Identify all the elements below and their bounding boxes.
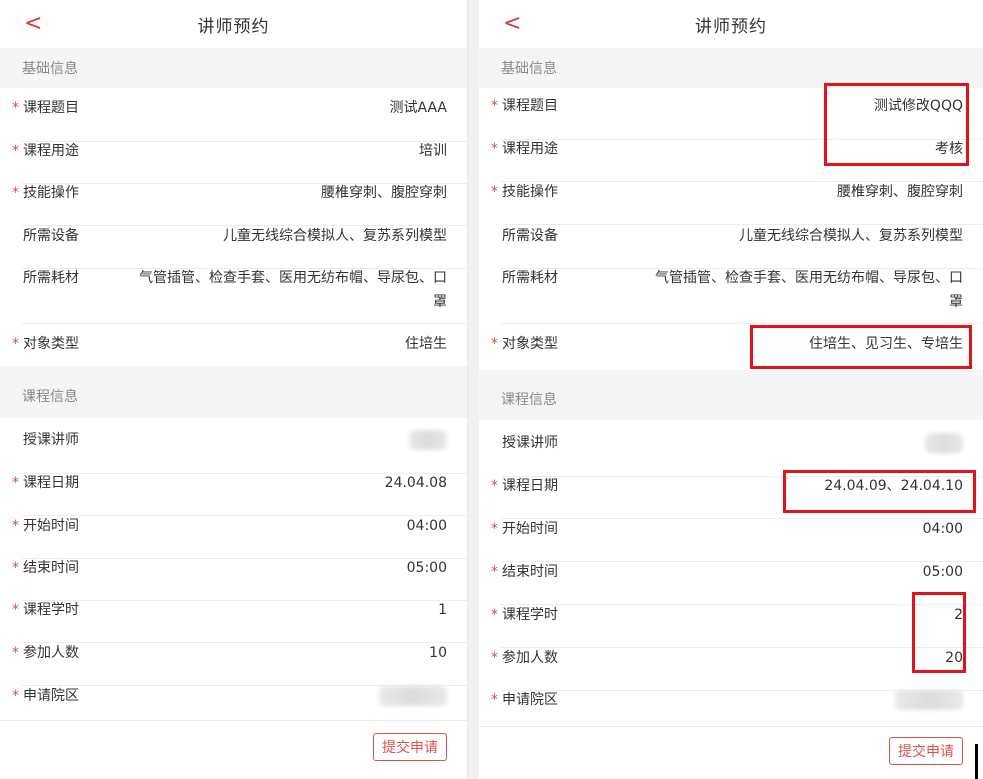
highlight-box-hours-participants — [912, 592, 966, 673]
divider — [22, 323, 467, 324]
required-star-icon: * — [491, 98, 498, 114]
field-skill-operation[interactable]: * 技能操作 腰椎穿刺、腹腔穿刺 — [479, 182, 983, 225]
field-course-use[interactable]: * 课程用途 培训 — [0, 141, 467, 184]
left-header: < 讲师预约 — [0, 0, 467, 48]
start-time-value: 04:00 — [406, 518, 447, 534]
required-star-icon: * — [12, 645, 19, 661]
right-footer: 提交申请 — [479, 726, 983, 779]
course-hours-value: 1 — [438, 602, 447, 618]
course-use-value: 培训 — [419, 143, 447, 159]
submit-application-button[interactable]: 提交申请 — [889, 737, 963, 765]
required-star-icon: * — [491, 521, 498, 537]
panel-gap — [468, 0, 479, 779]
field-equipment[interactable]: 所需设备 儿童无线综合模拟人、复苏系列模型 — [0, 226, 467, 269]
field-start-time[interactable]: * 开始时间 04:00 — [0, 516, 467, 559]
section-basic-info: 基础信息 — [0, 48, 467, 88]
participants-value: 10 — [429, 645, 447, 661]
highlight-box-title-use — [824, 83, 969, 166]
field-campus[interactable]: * 申请院区 — [479, 690, 983, 724]
required-star-icon: * — [12, 185, 19, 201]
field-consumables[interactable]: 所需耗材 气管插管、检查手套、医用无纺布帽、导尿包、口罩 — [479, 266, 983, 324]
end-time-value: 05:00 — [406, 560, 447, 576]
page-title: 讲师预约 — [695, 16, 767, 37]
field-skill-operation[interactable]: * 技能操作 腰椎穿刺、腹腔穿刺 — [0, 183, 467, 226]
right-header: < 讲师预约 — [479, 0, 983, 48]
field-campus[interactable]: * 申请院区 — [0, 686, 467, 720]
required-star-icon: * — [491, 692, 498, 708]
required-star-icon: * — [491, 141, 498, 157]
back-chevron-icon[interactable]: < — [503, 10, 521, 38]
field-target-type[interactable]: * 对象类型 住培生 — [0, 334, 467, 366]
consumables-value: 气管插管、检查手套、医用无纺布帽、导尿包、口罩 — [655, 270, 963, 310]
required-star-icon: * — [12, 475, 19, 491]
text-cursor-icon — [975, 744, 978, 779]
end-time-value: 05:00 — [922, 564, 963, 580]
field-lecturer[interactable]: 授课讲师 — [0, 430, 467, 474]
field-end-time[interactable]: * 结束时间 05:00 — [479, 562, 983, 605]
field-end-time[interactable]: * 结束时间 05:00 — [0, 558, 467, 601]
field-course-hours[interactable]: * 课程学时 2 — [479, 605, 983, 648]
required-star-icon: * — [491, 650, 498, 666]
target-type-value: 住培生 — [405, 336, 447, 352]
required-star-icon: * — [491, 184, 498, 200]
field-participants[interactable]: * 参加人数 10 — [0, 643, 467, 686]
required-star-icon: * — [12, 518, 19, 534]
back-chevron-icon[interactable]: < — [24, 10, 42, 38]
field-equipment[interactable]: 所需设备 儿童无线综合模拟人、复苏系列模型 — [479, 226, 983, 269]
field-start-time[interactable]: * 开始时间 04:00 — [479, 519, 983, 562]
required-star-icon: * — [12, 336, 19, 352]
right-panel: < 讲师预约 基础信息 * 课程题目 测试修改QQQ * 课程用途 考核 * 技能操作… — [479, 0, 983, 779]
field-course-date[interactable]: * 课程日期 24.04.08 — [0, 473, 467, 516]
course-date-value: 24.04.08 — [384, 475, 447, 491]
divider — [501, 323, 983, 324]
section-basic-info: 基础信息 — [479, 48, 983, 88]
required-star-icon: * — [491, 336, 498, 352]
left-footer: 提交申请 — [0, 720, 467, 779]
lecturer-value-blurred — [925, 433, 963, 459]
equipment-value: 儿童无线综合模拟人、复苏系列模型 — [739, 228, 963, 244]
course-title-value: 测试AAA — [389, 100, 447, 116]
consumables-value: 气管插管、检查手套、医用无纺布帽、导尿包、口罩 — [139, 270, 447, 310]
submit-application-button[interactable]: 提交申请 — [373, 733, 447, 761]
field-consumables[interactable]: 所需耗材 气管插管、检查手套、医用无纺布帽、导尿包、口罩 — [0, 266, 467, 324]
screenshot-canvas: < 讲师预约 基础信息 * 课程题目 测试AAA * 课程用途 培训 * 技能操作 腰… — [0, 0, 983, 779]
required-star-icon: * — [12, 688, 19, 704]
lecturer-value-blurred — [409, 430, 447, 456]
required-star-icon: * — [491, 478, 498, 494]
campus-value-blurred — [895, 690, 963, 716]
skill-operation-value: 腰椎穿刺、腹腔穿刺 — [837, 184, 963, 200]
required-star-icon: * — [12, 143, 19, 159]
divider — [501, 224, 983, 225]
required-star-icon: * — [12, 100, 19, 116]
field-course-title[interactable]: * 课程题目 测试AAA — [0, 98, 467, 142]
required-star-icon: * — [491, 564, 498, 580]
required-star-icon: * — [12, 560, 19, 576]
field-course-hours[interactable]: * 课程学时 1 — [0, 600, 467, 643]
highlight-box-target-type — [750, 325, 972, 369]
start-time-value: 04:00 — [922, 521, 963, 537]
highlight-box-course-date — [783, 470, 976, 513]
page-title: 讲师预约 — [197, 16, 270, 37]
section-course-info: 课程信息 — [479, 370, 983, 420]
skill-operation-value: 腰椎穿刺、腹腔穿刺 — [321, 185, 447, 201]
left-panel: < 讲师预约 基础信息 * 课程题目 测试AAA * 课程用途 培训 * 技能操作 腰… — [0, 0, 468, 779]
equipment-value: 儿童无线综合模拟人、复苏系列模型 — [223, 228, 447, 244]
field-participants[interactable]: * 参加人数 20 — [479, 648, 983, 691]
required-star-icon: * — [491, 607, 498, 623]
section-course-info: 课程信息 — [0, 366, 467, 418]
required-star-icon: * — [12, 602, 19, 618]
campus-value-blurred — [379, 686, 447, 712]
